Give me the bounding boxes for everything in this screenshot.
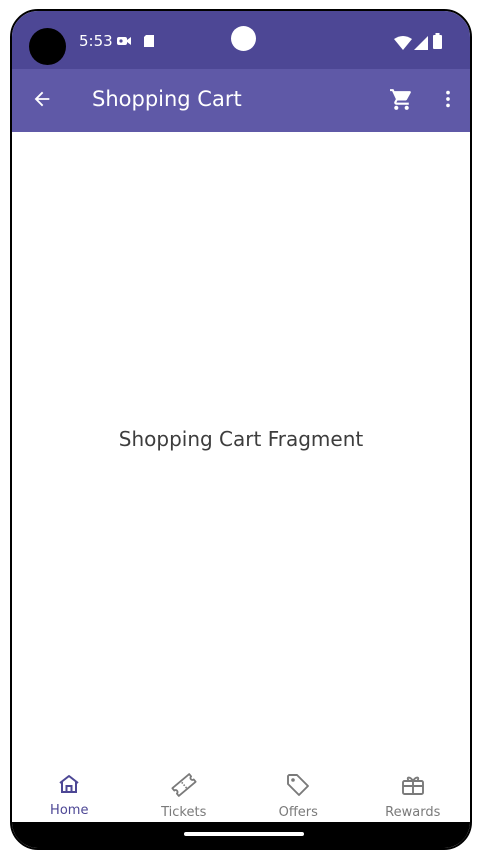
fragment-container: Shopping Cart Fragment	[12, 132, 470, 762]
app-title: Shopping Cart	[92, 87, 242, 111]
nav-item-rewards[interactable]: Rewards	[356, 762, 471, 824]
nav-item-offers[interactable]: Offers	[241, 762, 356, 824]
nav-item-tickets[interactable]: Tickets	[127, 762, 242, 824]
sd-card-icon	[143, 33, 155, 52]
bottom-navigation: Home Tickets Offers Rewards	[12, 762, 470, 824]
media-icon	[116, 33, 132, 52]
nav-label-rewards: Rewards	[385, 805, 441, 820]
system-gesture-bar	[12, 822, 470, 848]
home-gesture-handle[interactable]	[184, 832, 304, 836]
back-button[interactable]	[25, 84, 59, 118]
gift-icon	[400, 772, 426, 802]
status-time: 5:53	[79, 32, 113, 50]
wifi-icon	[394, 35, 412, 54]
nav-label-home: Home	[50, 803, 89, 818]
nav-label-offers: Offers	[278, 805, 318, 820]
fragment-label: Shopping Cart Fragment	[118, 427, 364, 451]
home-icon	[57, 772, 81, 800]
overflow-menu-button[interactable]	[431, 84, 465, 118]
tag-icon	[285, 772, 311, 802]
battery-icon	[433, 33, 442, 53]
ticket-icon	[170, 772, 198, 802]
app-bar: Shopping Cart	[12, 69, 470, 132]
nav-item-home[interactable]: Home	[12, 762, 127, 824]
signal-icon	[414, 35, 428, 54]
arrow-left-icon	[31, 88, 53, 114]
front-sensor	[231, 26, 256, 51]
camera-cutout	[29, 28, 66, 65]
cart-icon	[389, 87, 414, 116]
phone-frame: 5:53 Shopping Cart Shopping Cart Fragmen…	[10, 9, 472, 850]
nav-label-tickets: Tickets	[161, 805, 207, 820]
more-vert-icon	[437, 88, 459, 114]
status-bar: 5:53	[12, 11, 470, 69]
cart-button[interactable]	[384, 84, 418, 118]
